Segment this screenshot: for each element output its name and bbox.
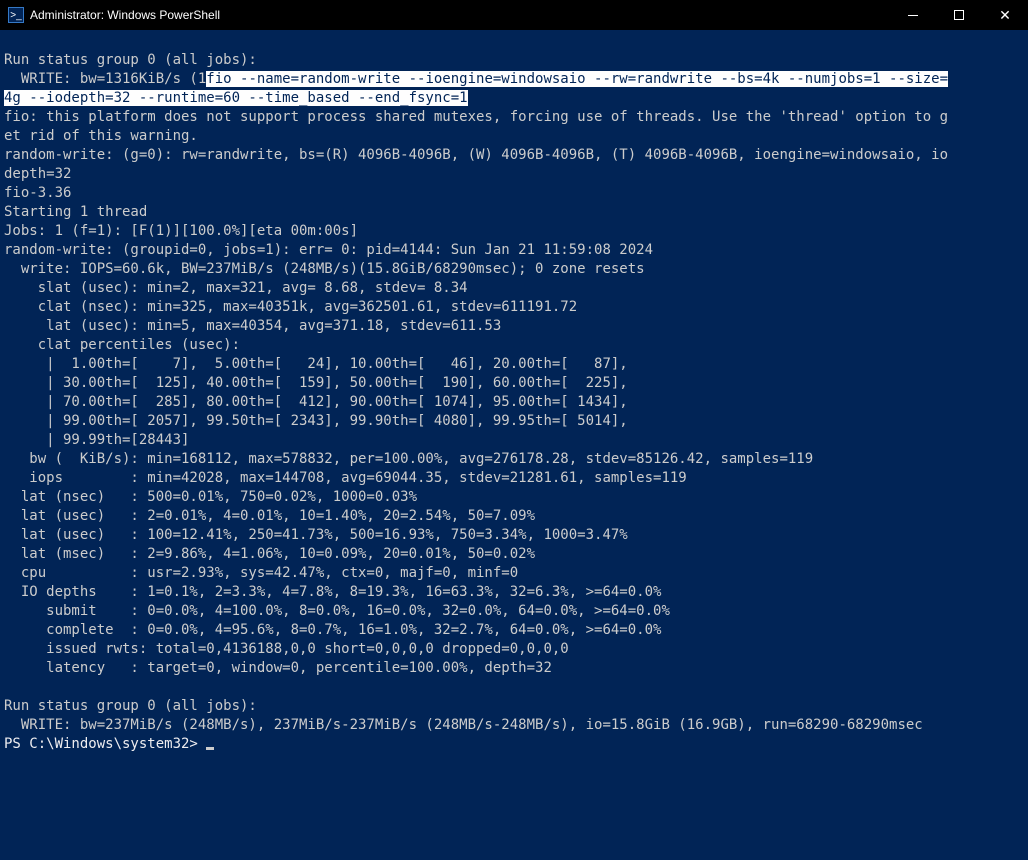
output-line: lat (usec): min=5, max=40354, avg=371.18… <box>4 318 501 334</box>
output-line: WRITE: bw=1316KiB/s (1 <box>4 71 206 87</box>
window-controls: ✕ <box>890 0 1028 30</box>
output-line: Run status group 0 (all jobs): <box>4 698 257 714</box>
output-line: complete : 0=0.0%, 4=95.6%, 8=0.7%, 16=1… <box>4 622 661 638</box>
output-line: | 1.00th=[ 7], 5.00th=[ 24], 10.00th=[ 4… <box>4 356 628 372</box>
output-line: issued rwts: total=0,4136188,0,0 short=0… <box>4 641 569 657</box>
powershell-icon: >_ <box>8 7 24 23</box>
output-line: depth=32 <box>4 166 71 182</box>
output-line: write: IOPS=60.6k, BW=237MiB/s (248MB/s)… <box>4 261 645 277</box>
output-line: lat (msec) : 2=9.86%, 4=1.06%, 10=0.09%,… <box>4 546 535 562</box>
output-line: WRITE: bw=237MiB/s (248MB/s), 237MiB/s-2… <box>4 717 923 733</box>
output-line: | 70.00th=[ 285], 80.00th=[ 412], 90.00t… <box>4 394 628 410</box>
highlighted-command: fio --name=random-write --ioengine=windo… <box>206 71 948 87</box>
highlighted-command: 4g --iodepth=32 --runtime=60 --time_base… <box>4 90 468 106</box>
output-line: lat (usec) : 100=12.41%, 250=41.73%, 500… <box>4 527 628 543</box>
output-line: bw ( KiB/s): min=168112, max=578832, per… <box>4 451 813 467</box>
output-line: random-write: (groupid=0, jobs=1): err= … <box>4 242 653 258</box>
output-line: iops : min=42028, max=144708, avg=69044.… <box>4 470 687 486</box>
close-button[interactable]: ✕ <box>982 0 1028 30</box>
minimize-button[interactable] <box>890 0 936 30</box>
output-line: latency : target=0, window=0, percentile… <box>4 660 552 676</box>
output-line: submit : 0=0.0%, 4=100.0%, 8=0.0%, 16=0.… <box>4 603 670 619</box>
cursor <box>206 747 214 750</box>
output-line: Run status group 0 (all jobs): <box>4 52 257 68</box>
output-line: lat (nsec) : 500=0.01%, 750=0.02%, 1000=… <box>4 489 417 505</box>
output-line: cpu : usr=2.93%, sys=42.47%, ctx=0, majf… <box>4 565 518 581</box>
output-line: fio-3.36 <box>4 185 71 201</box>
maximize-button[interactable] <box>936 0 982 30</box>
output-line: clat percentiles (usec): <box>4 337 240 353</box>
output-line: Starting 1 thread <box>4 204 147 220</box>
output-line: slat (usec): min=2, max=321, avg= 8.68, … <box>4 280 468 296</box>
output-line: random-write: (g=0): rw=randwrite, bs=(R… <box>4 147 948 163</box>
output-line: fio: this platform does not support proc… <box>4 109 948 125</box>
output-line: | 30.00th=[ 125], 40.00th=[ 159], 50.00t… <box>4 375 628 391</box>
prompt: PS C:\Windows\system32> <box>4 736 206 752</box>
window-title: Administrator: Windows PowerShell <box>30 6 890 25</box>
output-line: lat (usec) : 2=0.01%, 4=0.01%, 10=1.40%,… <box>4 508 535 524</box>
terminal-content[interactable]: Run status group 0 (all jobs): WRITE: bw… <box>0 30 1028 758</box>
titlebar[interactable]: >_ Administrator: Windows PowerShell ✕ <box>0 0 1028 30</box>
output-line: IO depths : 1=0.1%, 2=3.3%, 4=7.8%, 8=19… <box>4 584 661 600</box>
output-line: | 99.00th=[ 2057], 99.50th=[ 2343], 99.9… <box>4 413 628 429</box>
output-line: | 99.99th=[28443] <box>4 432 189 448</box>
output-line: et rid of this warning. <box>4 128 198 144</box>
output-line: Jobs: 1 (f=1): [F(1)][100.0%][eta 00m:00… <box>4 223 358 239</box>
output-line: clat (nsec): min=325, max=40351k, avg=36… <box>4 299 577 315</box>
